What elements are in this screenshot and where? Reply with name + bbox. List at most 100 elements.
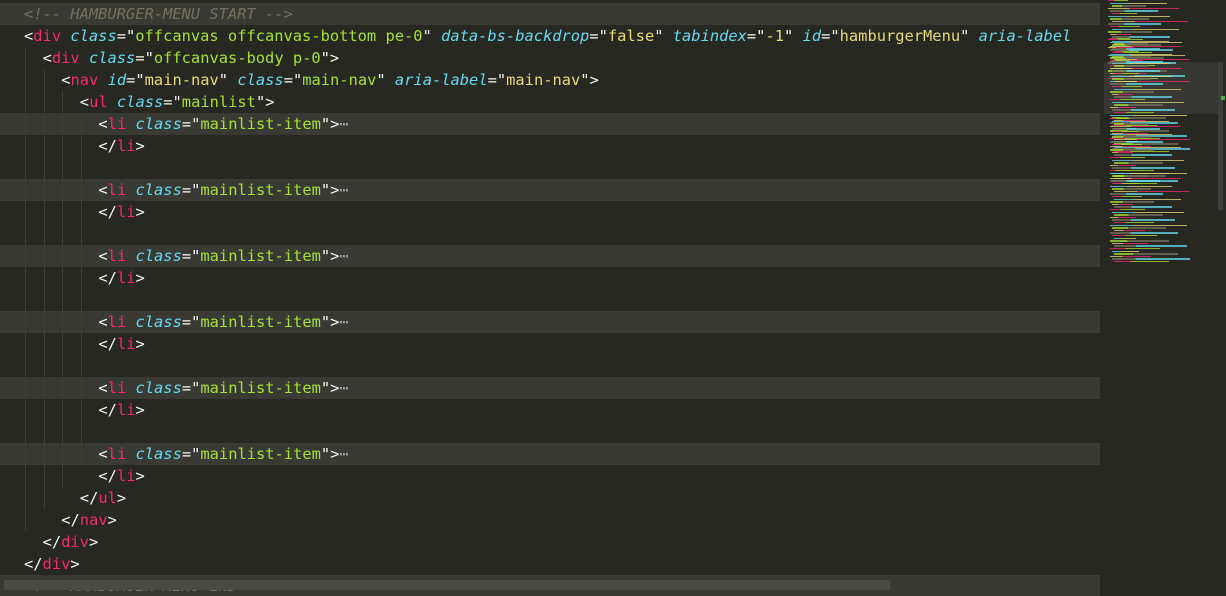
- code-line-text: </ul>: [80, 487, 126, 509]
- minimap-line: [1112, 144, 1142, 146]
- minimap-line: [1112, 227, 1166, 229]
- code-token: </: [98, 269, 117, 287]
- fold-ellipsis-icon[interactable]: ⋯: [339, 115, 348, 133]
- code-line[interactable]: <li class="mainlist-item">⋯: [0, 377, 1100, 399]
- code-token: <: [79, 93, 90, 111]
- minimap-line: [1112, 5, 1146, 7]
- code-line[interactable]: <li class="mainlist-item">⋯: [0, 179, 1100, 201]
- minimap-line: [1110, 10, 1158, 12]
- fold-ellipsis-icon[interactable]: ⋯: [339, 313, 348, 331]
- minimap-line: [1110, 185, 1172, 187]
- minimap-line: [1112, 242, 1148, 245]
- fold-ellipsis-icon[interactable]: ⋯: [339, 181, 348, 199]
- minimap-line: [1112, 188, 1151, 190]
- code-line-text: <div class="offcanvas offcanvas-bottom p…: [24, 25, 1071, 47]
- code-token: li: [107, 445, 127, 463]
- code-line[interactable]: <!-- HAMBURGER-MENU START -->: [0, 3, 1100, 25]
- code-token: =": [126, 71, 145, 89]
- code-token: mainlist-item: [200, 445, 321, 463]
- code-token: <: [98, 247, 108, 265]
- code-token: offcanvas offcanvas-bottom pe-0: [135, 27, 423, 45]
- code-line[interactable]: </li>: [0, 333, 1100, 355]
- minimap-line: [1112, 101, 1184, 103]
- code-line[interactable]: <li class="mainlist-item">⋯: [0, 311, 1100, 333]
- code-line-text: <li class="mainlist-item">⋯: [98, 245, 348, 267]
- code-line[interactable]: </li>: [0, 135, 1100, 157]
- code-token: ": [654, 27, 673, 45]
- vertical-scrollbar[interactable]: [1218, 62, 1223, 210]
- code-line[interactable]: </div>: [0, 553, 1100, 575]
- code-line[interactable]: <div class="offcanvas offcanvas-bottom p…: [0, 25, 1100, 47]
- minimap-line: [1114, 138, 1190, 141]
- code-token: ": [218, 71, 238, 89]
- minimap-line: [1110, 99, 1145, 101]
- code-token: =": [283, 71, 303, 89]
- fold-ellipsis-icon[interactable]: ⋯: [339, 247, 348, 265]
- code-line[interactable]: <ul class="mainlist">: [0, 91, 1100, 113]
- minimap-line: [1110, 2, 1167, 4]
- code-line[interactable]: </div>: [0, 531, 1100, 553]
- code-line[interactable]: [0, 355, 1100, 377]
- code-line[interactable]: </li>: [0, 201, 1100, 223]
- code-token: =": [181, 247, 201, 265]
- minimap-line: [1110, 53, 1172, 55]
- code-editor[interactable]: <!-- HAMBURGER-MENU START --> <div class=…: [0, 0, 1100, 596]
- code-line[interactable]: </li>: [0, 399, 1100, 421]
- minimap-line: [1114, 123, 1148, 125]
- minimap-line: [1110, 248, 1160, 250]
- code-line-text: </li>: [98, 465, 144, 487]
- code-line[interactable]: </li>: [0, 465, 1100, 487]
- fold-ellipsis-icon[interactable]: ⋯: [339, 445, 348, 463]
- code-line[interactable]: [0, 157, 1100, 179]
- minimap-line: [1110, 125, 1181, 128]
- code-token: =": [181, 181, 201, 199]
- code-line[interactable]: </ul>: [0, 487, 1100, 509]
- code-token: li: [116, 467, 136, 485]
- code-token: </: [61, 511, 80, 529]
- code-line-text: <div class="offcanvas-body p-0">: [43, 47, 340, 69]
- code-line[interactable]: [0, 289, 1100, 311]
- minimap-line: [1112, 28, 1179, 30]
- code-line[interactable]: [0, 223, 1100, 245]
- code-token: li: [116, 137, 136, 155]
- code-line[interactable]: <li class="mainlist-item">⋯: [0, 245, 1100, 267]
- minimap-line: [1112, 151, 1133, 154]
- code-token: mainlist-item: [200, 247, 321, 265]
- fold-ellipsis-icon[interactable]: ⋯: [339, 379, 348, 397]
- code-token: </: [42, 533, 62, 551]
- code-line-text: </li>: [98, 267, 144, 289]
- code-line[interactable]: <div class="offcanvas-body p-0">: [0, 47, 1100, 69]
- code-token: ">: [580, 71, 599, 89]
- minimap-line: [1112, 93, 1133, 96]
- minimap-line: [1112, 235, 1157, 237]
- minimap[interactable]: [1104, 0, 1226, 596]
- code-line-text: <li class="mainlist-item">⋯: [98, 443, 348, 465]
- code-line-text: </li>: [98, 399, 144, 421]
- code-token: =": [746, 27, 766, 45]
- minimap-line: [1114, 43, 1148, 45]
- minimap-line: [1110, 232, 1178, 234]
- code-token: <: [24, 27, 34, 45]
- code-line[interactable]: <nav id="main-nav" class="main-nav" aria…: [0, 69, 1100, 91]
- code-line[interactable]: <li class="mainlist-item">⋯: [0, 443, 1100, 465]
- code-token: >: [116, 489, 127, 507]
- horizontal-scrollbar[interactable]: [4, 580, 890, 590]
- code-line[interactable]: <li class="mainlist-item">⋯: [0, 113, 1100, 135]
- code-line[interactable]: </li>: [0, 267, 1100, 289]
- code-token: =": [181, 379, 201, 397]
- minimap-line: [1108, 15, 1170, 17]
- minimap-line: [1114, 237, 1136, 239]
- code-token: =": [821, 27, 840, 45]
- code-line[interactable]: [0, 421, 1100, 443]
- minimap-line: [1112, 86, 1142, 88]
- code-line[interactable]: </nav>: [0, 509, 1100, 531]
- code-token: id: [802, 27, 822, 45]
- code-token: >: [88, 533, 99, 551]
- code-token: ": [784, 27, 803, 45]
- code-token: </: [98, 137, 117, 155]
- code-token: class: [135, 247, 182, 265]
- minimap-line: [1112, 56, 1151, 58]
- code-token: <: [98, 379, 108, 397]
